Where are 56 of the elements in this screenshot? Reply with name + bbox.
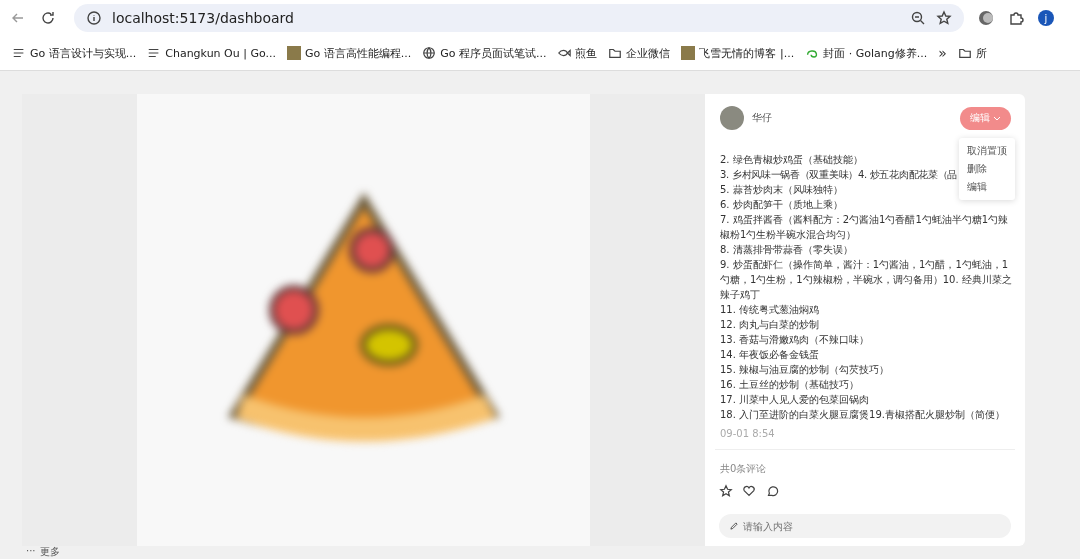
star-icon (936, 10, 952, 26)
profile-avatar[interactable]: j (1038, 10, 1054, 26)
star-icon (719, 484, 733, 498)
post-text-line: 9. 炒蛋配虾仁（操作简单，酱汁：1勺酱油，1勺醋，1勺蚝油，1勺糖，1勺生粉，1勺辣椒粉，半碗水，调匀备用）10. 经典川菜之辣子鸡丁 (720, 258, 1013, 302)
folder-icon (608, 46, 623, 60)
menu-item[interactable]: 取消置顶 (959, 142, 1015, 160)
post-text-line: 18. 入门至进阶的白菜火腿豆腐煲19.青椒搭配火腿炒制（简便） (720, 408, 1005, 422)
folder-icon (957, 46, 972, 60)
post-text-line: 15. 辣椒与油豆腐的炒制（勾芡技巧） (720, 363, 890, 377)
info-icon (86, 10, 102, 26)
author-name[interactable]: 华仔 (752, 111, 952, 125)
post-text-line: 11. 传统粤式葱油焖鸡 (720, 303, 820, 317)
fish-icon (557, 46, 572, 60)
address-bar[interactable]: localhost:5173/dashboard (74, 4, 964, 32)
post-text-line: 5. 蒜苔炒肉末（风味独特） (720, 183, 843, 197)
more-bookmarks-button[interactable]: » (938, 45, 947, 61)
comment-icon (765, 484, 779, 498)
author-avatar[interactable] (720, 106, 744, 130)
bookmark-link[interactable]: 封面 · Golang修养... (823, 45, 928, 61)
post-text-line: 12. 肉丸与白菜的炒制 (720, 318, 820, 332)
post-text-line: 2. 绿色青椒炒鸡蛋（基础技能） (720, 153, 863, 167)
bookmark-link[interactable]: Go 程序员面试笔试... (440, 45, 547, 61)
comment-input[interactable]: 请输入内容 (719, 514, 1011, 538)
bookmark-link[interactable]: Changkun Ou | Go... (165, 46, 276, 60)
post-text-line: 8. 清蒸排骨带蒜香（零失误） (720, 243, 853, 257)
profile-circle-icon[interactable] (978, 10, 994, 26)
post-time: 09-01 8:54 (719, 427, 776, 441)
menu-item[interactable]: 删除 (959, 160, 1015, 178)
post-text-line: 14. 年夜饭必备金钱蛋 (720, 348, 820, 362)
menu-item[interactable]: 编辑 (959, 178, 1015, 196)
post-text-line: 16. 土豆丝的炒制（基础技巧） (720, 378, 860, 392)
pencil-icon (729, 521, 739, 531)
more-link[interactable]: 更多 (39, 545, 60, 559)
bookmark-link[interactable]: 煎鱼 (575, 45, 598, 61)
bookmark-link[interactable]: 飞雪无情的博客 |... (699, 45, 795, 61)
more-dots-icon: ··· (26, 545, 36, 559)
zoom-icon (910, 10, 926, 26)
image-icon (286, 46, 301, 60)
post-text-line: 3. 乡村风味一锅香（双重美味）4. 炒五花肉配花菜（品 (720, 168, 958, 182)
globe-icon (422, 46, 437, 60)
bookmark-link[interactable]: 企业微信 (626, 45, 671, 61)
bookmark-link[interactable]: Go 语言高性能编程... (304, 45, 412, 61)
list-icon (12, 46, 26, 60)
caret-icon (993, 114, 1001, 122)
post-text-line: 13. 香菇与滑嫩鸡肉（不辣口味） (720, 333, 870, 347)
bookmark-link[interactable]: Go 语言设计与实现... (30, 45, 137, 61)
puzzle-icon (1008, 10, 1024, 26)
post-text-line: 7. 鸡蛋拌酱香（酱料配方：2勺酱油1勺香醋1勺蚝油半勺糖1勺辣椒粉1勺生粉半碗水混合均匀） (720, 213, 1010, 242)
bookmark-link[interactable]: 所 (975, 45, 987, 61)
post-text-line: 17. 川菜中人见人爱的包菜回锅肉 (720, 393, 870, 407)
comment-count: 共0条评论 (719, 462, 768, 476)
heart-icon (742, 484, 756, 498)
url-text: localhost:5173/dashboard (112, 10, 295, 26)
post-text-line: 6. 炒肉配笋干（质地上乘） (720, 198, 843, 212)
reload-icon (40, 10, 56, 26)
image-icon (681, 46, 696, 60)
